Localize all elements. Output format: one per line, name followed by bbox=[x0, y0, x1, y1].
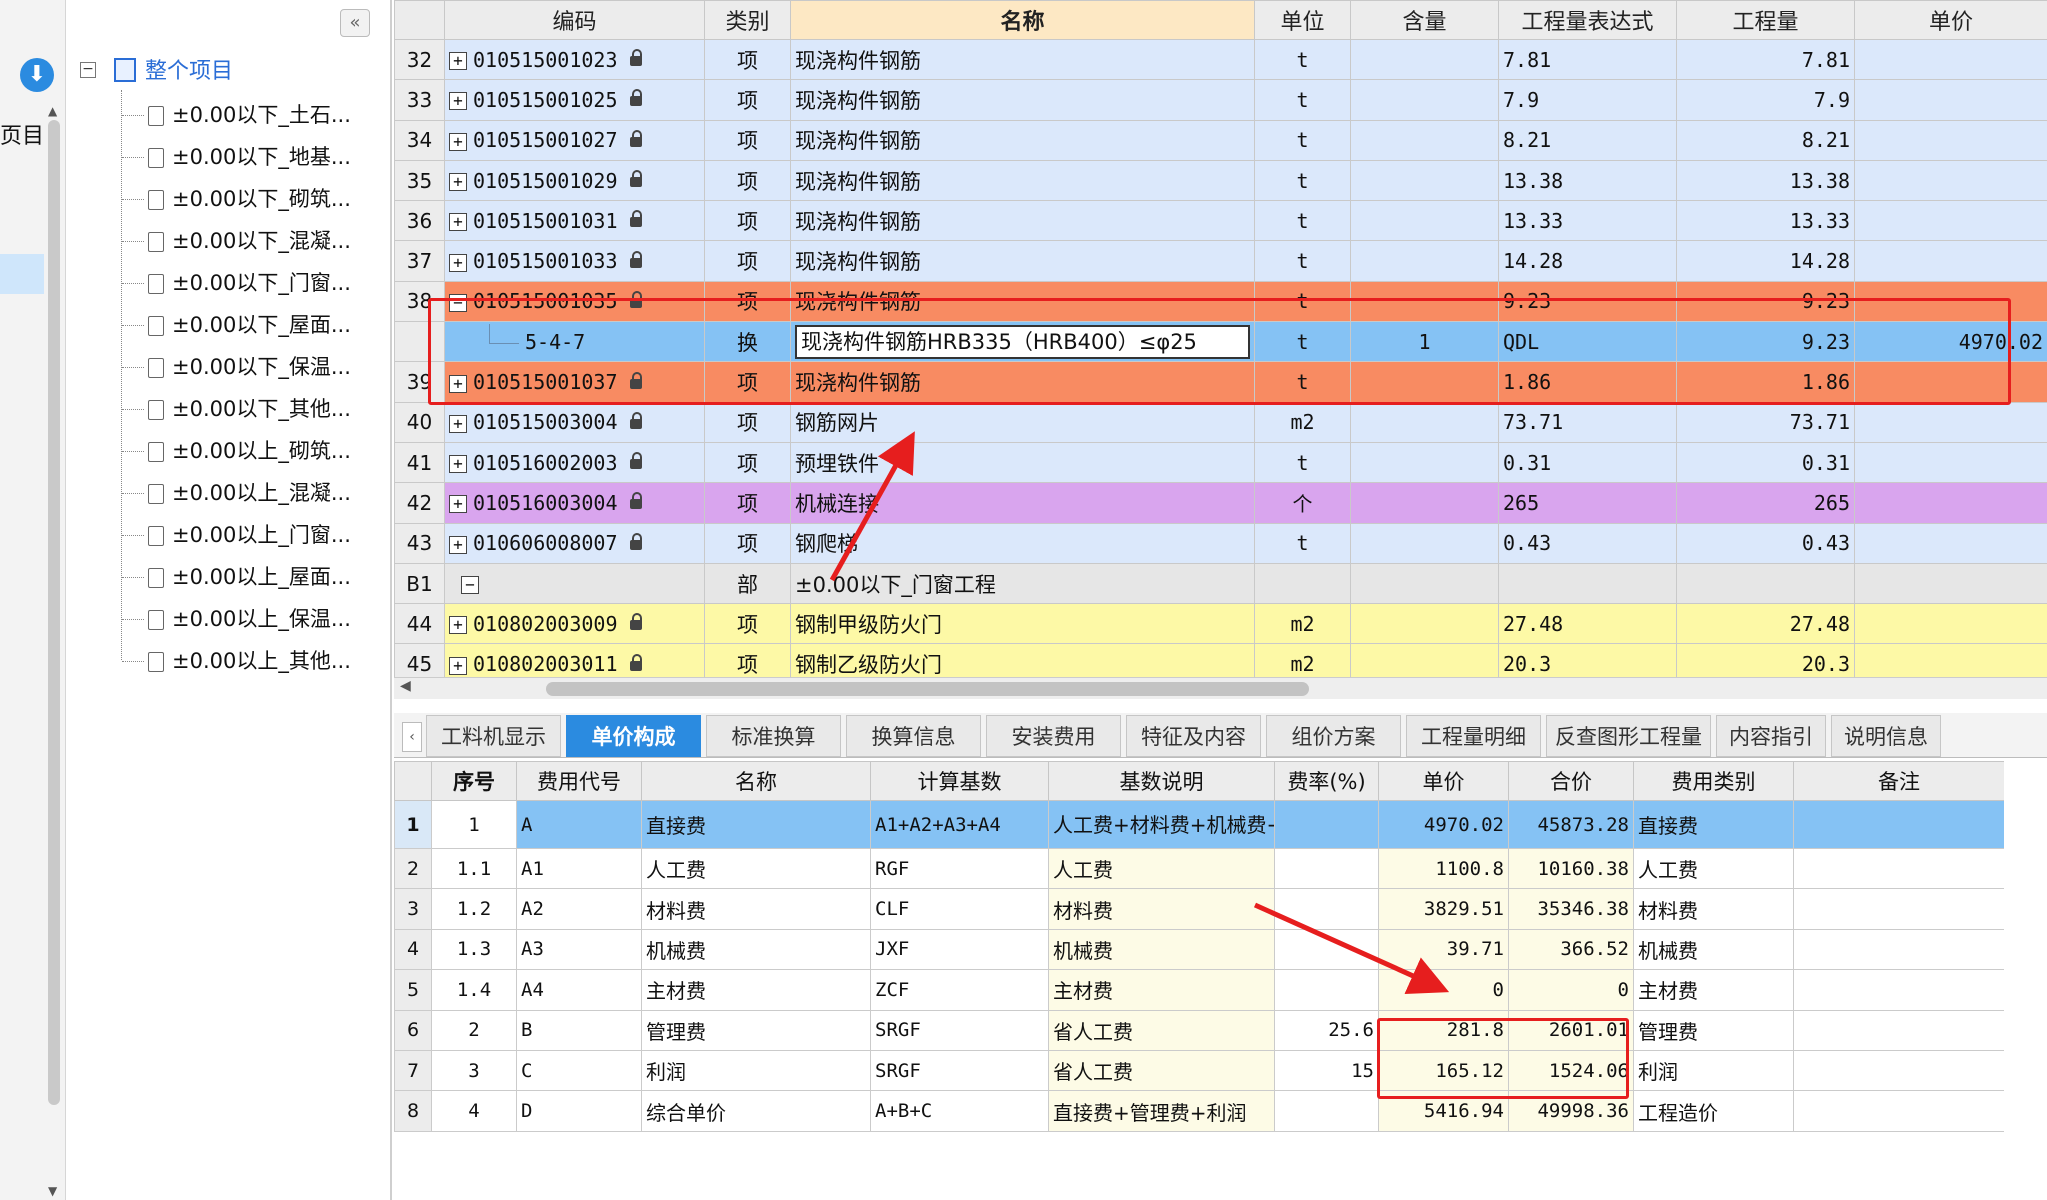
annotation-arrow-down bbox=[1253, 902, 1450, 994]
annotation-arrow-up bbox=[829, 431, 915, 582]
app-window: ⬇ 页目 ▲ ▼ « − 整个项目 ±0.00以下_土石... ±0.00以下_地… bbox=[0, 0, 2047, 1200]
annotation-arrows bbox=[829, 431, 1450, 994]
